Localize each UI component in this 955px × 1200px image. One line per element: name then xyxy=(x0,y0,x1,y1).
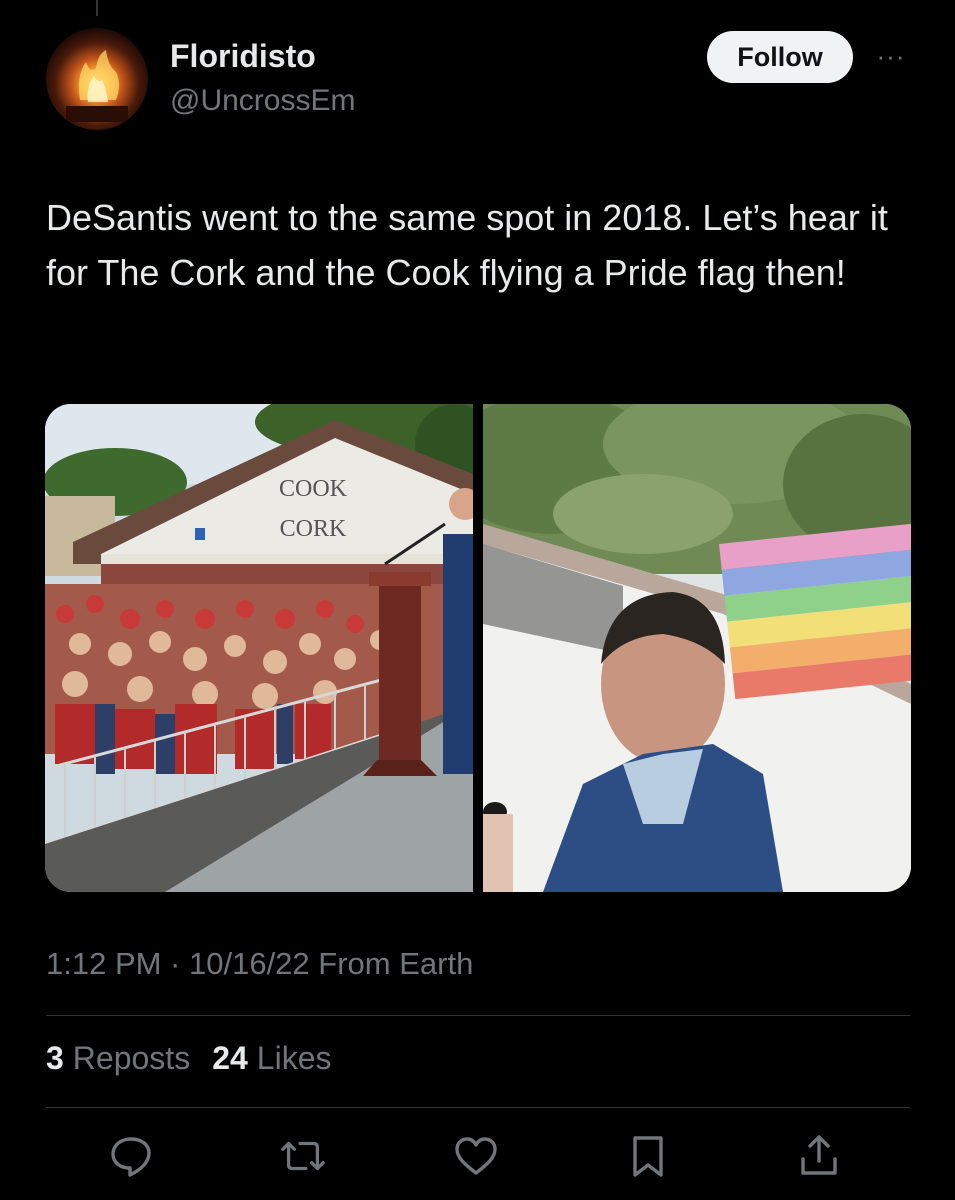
pride-flag-photo-image xyxy=(483,404,911,892)
bookmark-button[interactable] xyxy=(624,1130,672,1182)
reposts-label: Reposts xyxy=(72,1040,191,1076)
bookmark-icon xyxy=(633,1136,663,1177)
share-button[interactable] xyxy=(795,1130,843,1182)
follow-button[interactable]: Follow xyxy=(707,31,853,83)
sign-cook-text: COOK xyxy=(279,476,348,502)
divider xyxy=(46,1015,910,1016)
display-name[interactable]: Floridisto xyxy=(170,38,316,75)
reposts-count: 3 xyxy=(46,1040,64,1076)
media-photo-rally[interactable]: COOK CORK xyxy=(45,404,473,892)
reposts-stat[interactable]: 3 Reposts xyxy=(46,1040,190,1077)
repost-icon xyxy=(281,1141,325,1171)
media-photo-pride-flag[interactable] xyxy=(483,404,911,892)
divider xyxy=(46,1107,910,1108)
repost-button[interactable] xyxy=(279,1130,327,1182)
likes-stat[interactable]: 24 Likes xyxy=(212,1040,331,1077)
reply-button[interactable] xyxy=(107,1130,155,1182)
fire-avatar-icon xyxy=(66,50,128,122)
share-icon xyxy=(801,1135,837,1175)
avatar[interactable] xyxy=(46,28,148,130)
engagement-stats: 3 Reposts 24 Likes xyxy=(46,1040,331,1077)
sign-cork-text: CORK xyxy=(280,516,347,542)
likes-label: Likes xyxy=(256,1040,332,1076)
reply-icon xyxy=(111,1137,151,1177)
likes-count: 24 xyxy=(212,1040,248,1076)
like-icon xyxy=(455,1137,497,1175)
more-options-icon[interactable]: ··· xyxy=(872,43,910,69)
user-handle[interactable]: @UncrossEm xyxy=(170,84,355,118)
tweet-timestamp[interactable]: 1:12 PM · 10/16/22 From Earth xyxy=(46,946,473,982)
thread-connector-line xyxy=(96,0,98,16)
like-button[interactable] xyxy=(452,1130,500,1182)
tweet-text: DeSantis went to the same spot in 2018. … xyxy=(46,197,888,293)
media-grid: COOK CORK xyxy=(45,404,911,892)
rally-photo-image: COOK CORK xyxy=(45,404,473,892)
action-bar xyxy=(0,1130,955,1188)
